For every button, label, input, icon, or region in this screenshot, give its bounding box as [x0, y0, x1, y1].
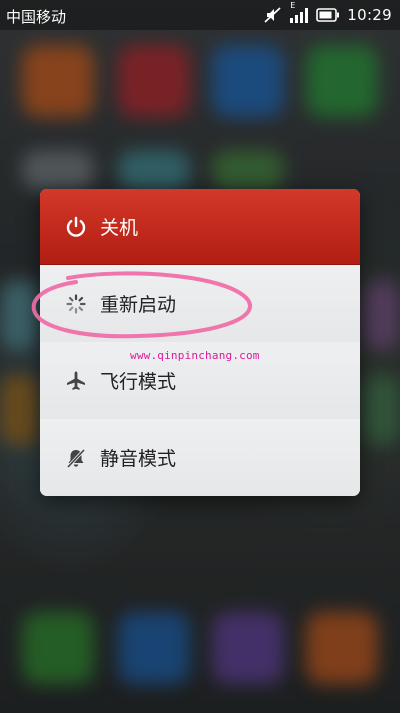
silent-mode-button[interactable]: 静音模式 [40, 419, 360, 496]
power-off-label: 关机 [100, 217, 139, 239]
power-icon [64, 215, 88, 239]
reboot-label: 重新启动 [100, 294, 177, 316]
spinner-icon [64, 292, 88, 316]
status-clock: 10:29 [347, 6, 392, 24]
carrier-name: 中国移动 [6, 8, 67, 26]
status-icons: E 10:29 [264, 1, 392, 26]
mute-icon [264, 6, 282, 24]
power-options-dialog: 关机 重新启动 飞行模式 静音模式 [40, 189, 360, 496]
reboot-button[interactable]: 重新启动 [40, 265, 360, 342]
status-bar: 中国移动 E 10:29 [0, 0, 400, 30]
watermark-text: www.qinpinchang.com [130, 349, 260, 362]
network-type-label: E [290, 1, 296, 10]
airplane-mode-label: 飞行模式 [100, 371, 177, 393]
silent-mode-label: 静音模式 [100, 448, 177, 470]
muted-bell-icon [64, 446, 88, 470]
battery-icon [316, 8, 340, 22]
signal-icon: E [289, 1, 309, 24]
airplane-icon [64, 369, 88, 393]
power-off-button[interactable]: 关机 [40, 189, 360, 265]
